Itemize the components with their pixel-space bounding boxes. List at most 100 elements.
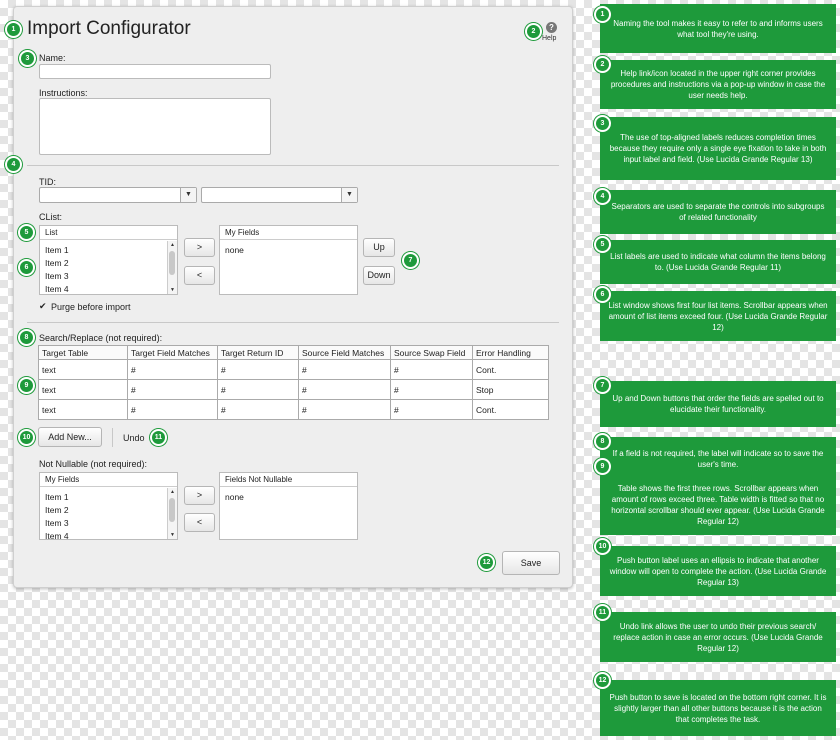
note-box: Up and Down buttons that order the field… xyxy=(600,381,836,427)
note-marker: 12 xyxy=(594,672,611,689)
fields-not-nullable-value: none xyxy=(225,492,244,502)
separator xyxy=(27,165,559,166)
list-item[interactable]: Item 4 xyxy=(45,530,177,543)
column-header: Source Swap Field xyxy=(390,345,473,360)
table-row[interactable]: text # # # # Cont. xyxy=(38,399,549,420)
nn-move-right-button[interactable]: > xyxy=(184,486,215,505)
list-scrollbar[interactable]: ▲ ▼ xyxy=(167,241,177,294)
annotation-marker: 4 xyxy=(5,156,22,173)
table-cell[interactable]: text xyxy=(38,379,128,400)
help-link[interactable]: Help xyxy=(542,35,556,42)
table-cell[interactable]: # xyxy=(298,379,391,400)
table-cell[interactable]: # xyxy=(390,399,473,420)
note-text: Push button label uses an ellipsis to in… xyxy=(609,555,827,587)
nn-my-fields-header: My Fields xyxy=(40,473,177,487)
table-cell[interactable]: # xyxy=(298,399,391,420)
note-marker: 4 xyxy=(594,188,611,205)
annotation-marker: 7 xyxy=(402,252,419,269)
scroll-up-icon[interactable]: ▲ xyxy=(168,489,177,495)
note-box: Naming the tool makes it easy to refer t… xyxy=(600,4,836,53)
table-row[interactable]: text # # # # Cont. xyxy=(38,359,549,380)
table-cell[interactable]: Cont. xyxy=(472,359,549,380)
note-text: Table shows the first three rows. Scroll… xyxy=(611,484,825,526)
my-fields-value: none xyxy=(225,245,244,255)
table-cell[interactable]: # xyxy=(298,359,391,380)
table-cell[interactable]: # xyxy=(217,359,299,380)
scroll-up-icon[interactable]: ▲ xyxy=(168,242,177,248)
note-marker: 3 xyxy=(594,115,611,132)
down-button[interactable]: Down xyxy=(363,266,395,285)
fields-not-nullable-box[interactable]: Fields Not Nullable none xyxy=(219,472,358,540)
my-fields-box[interactable]: My Fields none xyxy=(219,225,358,295)
name-input[interactable] xyxy=(39,64,271,79)
not-nullable-label: Not Nullable (not required): xyxy=(39,459,148,469)
table-row[interactable]: text # # # # Stop xyxy=(38,379,549,400)
undo-link[interactable]: Undo xyxy=(123,433,145,443)
note-text: Naming the tool makes it easy to refer t… xyxy=(613,18,823,39)
note-marker: 11 xyxy=(594,604,611,621)
save-button[interactable]: Save xyxy=(502,551,560,575)
chevron-down-icon[interactable]: ▼ xyxy=(180,188,196,202)
list-header: List xyxy=(40,226,177,240)
list-item[interactable]: Item 1 xyxy=(45,491,177,504)
nn-my-fields-box[interactable]: My Fields Item 1 Item 2 Item 3 Item 4 ▲ … xyxy=(39,472,178,543)
move-right-button[interactable]: > xyxy=(184,238,215,257)
note-text: List labels are used to indicate what co… xyxy=(610,252,826,272)
up-button[interactable]: Up xyxy=(363,238,395,257)
table-cell[interactable]: # xyxy=(127,399,218,420)
scroll-down-icon[interactable]: ▼ xyxy=(168,532,177,538)
note-text: List window shows first four list items.… xyxy=(608,300,828,332)
table-cell[interactable]: Stop xyxy=(472,379,549,400)
tid-select-2[interactable]: ▼ xyxy=(201,187,358,203)
instructions-textarea[interactable] xyxy=(39,98,271,155)
list-item[interactable]: Item 3 xyxy=(45,517,177,530)
move-left-button[interactable]: < xyxy=(184,266,215,285)
button-divider xyxy=(112,428,113,447)
help-icon[interactable]: ? xyxy=(546,22,557,33)
note-text: If a field is not required, the label wi… xyxy=(612,449,824,469)
table-cell[interactable]: # xyxy=(217,379,299,400)
table-cell[interactable]: Cont. xyxy=(472,399,549,420)
note-text: Up and Down buttons that order the field… xyxy=(612,394,824,414)
table-cell[interactable]: text xyxy=(38,359,128,380)
note-marker: 9 xyxy=(594,458,611,475)
list-box[interactable]: List Item 1 Item 2 Item 3 Item 4 ▲ ▼ xyxy=(39,225,178,295)
list-item[interactable]: Item 1 xyxy=(45,244,177,257)
nn-move-left-button[interactable]: < xyxy=(184,513,215,532)
list-item[interactable]: Item 2 xyxy=(45,257,177,270)
annotation-marker: 1 xyxy=(5,21,22,38)
note-text: The use of top-aligned labels reduces co… xyxy=(609,133,827,164)
scroll-thumb[interactable] xyxy=(169,498,175,522)
list-item[interactable]: Item 2 xyxy=(45,504,177,517)
annotation-marker: 12 xyxy=(478,554,495,571)
purge-checkbox[interactable]: ✔ xyxy=(39,301,47,312)
annotation-marker: 11 xyxy=(150,429,167,446)
note-text: Undo link allows the user to undo their … xyxy=(613,621,823,653)
add-new-button[interactable]: Add New... xyxy=(38,427,102,447)
annotation-marker: 8 xyxy=(18,329,35,346)
separator xyxy=(27,322,559,323)
tid-select-1[interactable]: ▼ xyxy=(39,187,197,203)
chevron-down-icon[interactable]: ▼ xyxy=(341,188,357,202)
column-header: Target Table xyxy=(38,345,128,360)
nn-list-scrollbar[interactable]: ▲ ▼ xyxy=(167,488,177,539)
table-cell[interactable]: # xyxy=(217,399,299,420)
column-header: Target Return ID xyxy=(217,345,299,360)
table-cell[interactable]: # xyxy=(390,379,473,400)
instructions-label: Instructions: xyxy=(39,88,88,98)
scroll-thumb[interactable] xyxy=(169,251,175,275)
clist-label: CList: xyxy=(39,212,63,222)
table-cell[interactable]: # xyxy=(390,359,473,380)
note-marker: 5 xyxy=(594,236,611,253)
note-text: Help link/icon located in the upper righ… xyxy=(610,69,826,100)
list-item[interactable]: Item 3 xyxy=(45,270,177,283)
table-cell[interactable]: # xyxy=(127,359,218,380)
search-replace-label: Search/Replace (not required): xyxy=(39,333,163,343)
scroll-down-icon[interactable]: ▼ xyxy=(168,287,177,293)
table-cell[interactable]: # xyxy=(127,379,218,400)
name-label: Name: xyxy=(39,53,66,63)
note-box: List labels are used to indicate what co… xyxy=(600,240,836,284)
table-cell[interactable]: text xyxy=(38,399,128,420)
list-item[interactable]: Item 4 xyxy=(45,283,177,296)
note-box: Separators are used to separate the cont… xyxy=(600,190,836,234)
